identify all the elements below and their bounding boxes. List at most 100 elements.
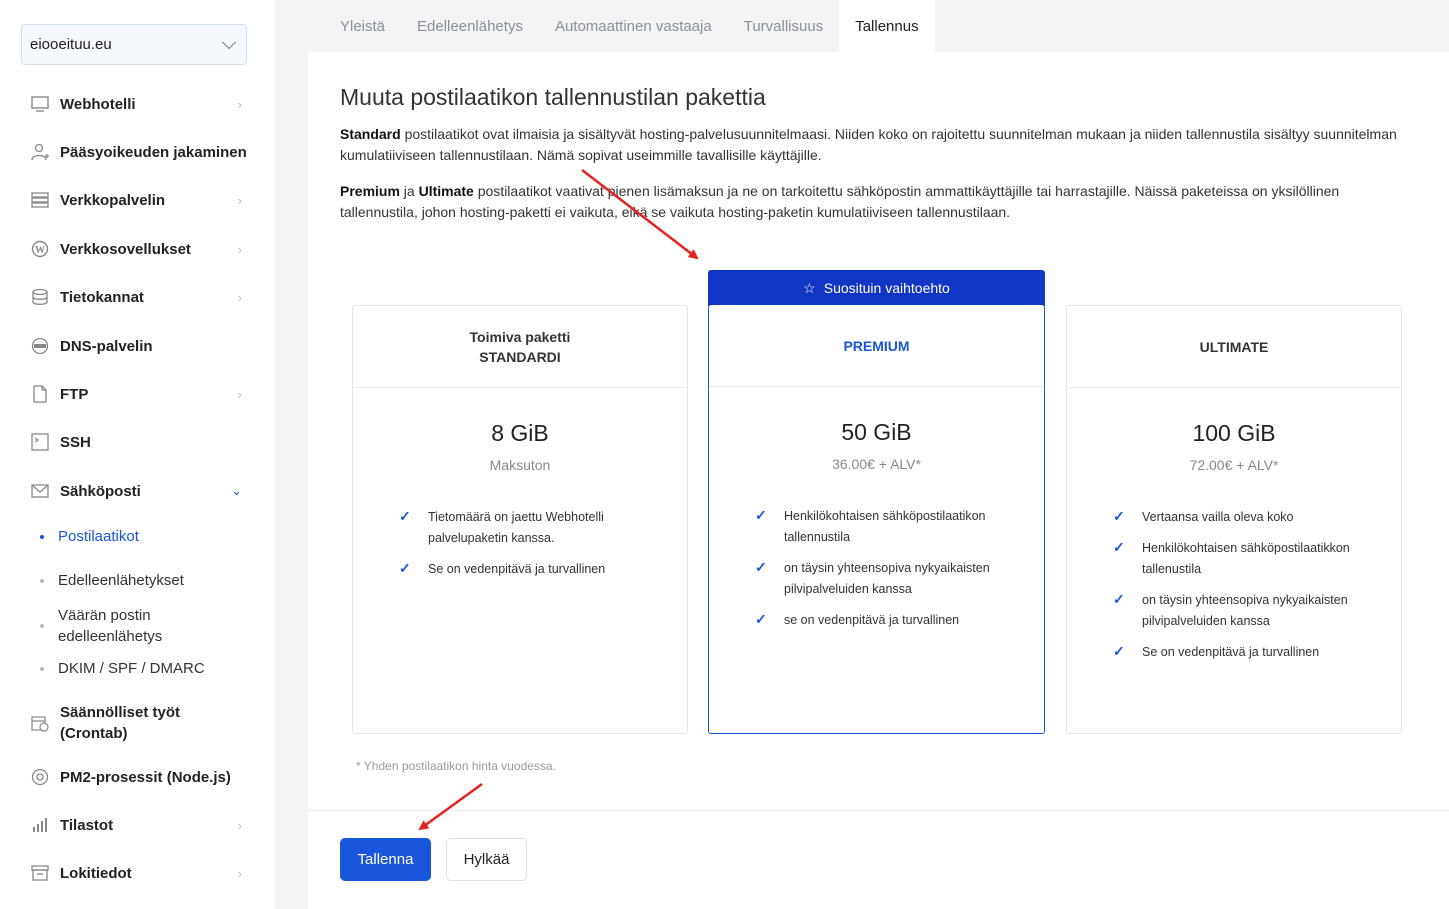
sidebar-item-label: Säännölliset työt (Crontab): [60, 704, 181, 742]
description-standard: Standard postilaatikot ovat ilmaisia ja …: [340, 124, 1420, 166]
description-premium: Premium ja Ultimate postilaatikot vaativ…: [340, 181, 1420, 223]
tab-turvallisuus[interactable]: Turvallisuus: [728, 0, 839, 52]
chevron-right-icon: ›: [237, 386, 242, 402]
sidebar-item-dns[interactable]: DNS-palvelin: [30, 337, 250, 355]
bold-standard: Standard: [340, 126, 401, 142]
plan-name-line1: Toimiva paketti: [469, 328, 571, 345]
sidebar-item-label: DNS-palvelin: [60, 337, 153, 355]
mail-icon: [30, 482, 50, 500]
sidebar-item-tilastot[interactable]: Tilastot ›: [30, 816, 250, 834]
list-item: ✓ Se on vedenpitävä ja turvallinen: [399, 559, 647, 580]
node-icon: [30, 768, 50, 786]
feature-text: se on vedenpitävä ja turvallinen: [784, 613, 960, 627]
plan-card-ultimate[interactable]: ULTIMATE 100 GiB 72.00€ + ALV* ✓ Vertaans…: [1066, 305, 1402, 734]
sidebar-item-sahkoposti[interactable]: Sähköposti ⌄: [30, 482, 250, 500]
check-icon: ✓: [1113, 643, 1125, 659]
terminal-icon: [30, 433, 50, 451]
sidebar-item-label: Pääsyoikeuden jakaminen: [60, 143, 247, 161]
sidebar-item-verkkopalvelin[interactable]: Verkkopalvelin ›: [30, 191, 250, 209]
chevron-right-icon: ›: [237, 241, 242, 257]
sidebar-item-lokitiedot[interactable]: Lokitiedot ›: [30, 864, 250, 882]
sidebar-item-label: PM2-prosessit (Node.js): [60, 768, 231, 786]
plan-card-standard[interactable]: Toimiva paketti STANDARDI 8 GiB Maksuton …: [352, 305, 688, 734]
plan-name-line2: STANDARDI: [479, 348, 561, 365]
list-item: ✓ Henkilökohtaisen sähköpostilaatikkon ta…: [1113, 538, 1361, 580]
check-icon: ✓: [1113, 508, 1125, 524]
list-item: ✓ se on vedenpitävä ja turvallinen: [755, 610, 1004, 631]
chevron-down-icon: ⌄: [231, 483, 242, 498]
domain-select[interactable]: eiooeituu.eu: [21, 24, 247, 65]
feature-text: on täysin yhteensopiva nykyaikaisten pil…: [784, 561, 990, 596]
sidebar-item-label: Tietokannat: [60, 288, 144, 306]
plan-header: ULTIMATE: [1067, 306, 1401, 388]
sidebar-sub-dkim[interactable]: DKIM / SPF / DMARC: [40, 660, 250, 677]
save-button[interactable]: Tallenna: [340, 838, 431, 881]
sidebar-item-label: FTP: [60, 385, 89, 403]
sidebar-sub-label: Postilaatikot: [58, 528, 139, 545]
check-icon: ✓: [1113, 591, 1125, 607]
chevron-down-icon: [221, 34, 237, 49]
sidebar-item-verkkosovellukset[interactable]: W Verkkosovellukset ›: [30, 240, 250, 258]
feature-text: on täysin yhteensopiva nykyaikaisten pil…: [1142, 593, 1348, 628]
sidebar-item-label: SSH: [60, 433, 91, 451]
sidebar-item-label: Tilastot: [60, 816, 114, 834]
calendar-clock-icon: [30, 714, 50, 732]
sidebar-item-ftp[interactable]: FTP ›: [30, 385, 250, 403]
price-footnote: * Yhden postilaatikon hinta vuodessa.: [356, 759, 556, 773]
tab-automaattinen-vastaaja[interactable]: Automaattinen vastaaja: [539, 0, 728, 52]
plan-features: ✓ Vertaansa vailla oleva koko ✓ Henkilökoh…: [1067, 507, 1401, 663]
sidebar-item-pm2[interactable]: PM2-prosessit (Node.js): [30, 768, 250, 786]
list-item: ✓ on täysin yhteensopiva nykyaikaisten pi…: [1113, 590, 1361, 632]
feature-text: Henkilökohtaisen sähköpostilaatikkon tal…: [1142, 541, 1350, 576]
bold-premium: Premium: [340, 183, 400, 199]
tab-edelleenlahetys[interactable]: Edelleenlähetys: [401, 0, 539, 52]
sidebar-item-label: Webhotelli: [60, 95, 136, 113]
monitor-icon: [30, 95, 50, 113]
sidebar-sub-postilaatikot[interactable]: Postilaatikot: [40, 528, 250, 545]
sidebar-item-crontab[interactable]: Säännölliset työt (Crontab): [30, 702, 250, 744]
sidebar-item-tietokannat[interactable]: Tietokannat ›: [30, 288, 250, 306]
check-icon: ✓: [1113, 539, 1125, 555]
list-item: ✓ on täysin yhteensopiva nykyaikaisten pi…: [755, 558, 1004, 600]
check-icon: ✓: [755, 559, 767, 575]
feature-text: Se on vedenpitävä ja turvallinen: [1142, 645, 1320, 659]
sidebar-item-webhotelli[interactable]: Webhotelli ›: [30, 95, 250, 113]
description-standard-text: postilaatikot ovat ilmaisia ja sisältyvä…: [340, 126, 1397, 163]
feature-text: Vertaansa vailla oleva koko: [1142, 510, 1294, 524]
page-title: Muuta postilaatikon tallennustilan paket…: [340, 84, 766, 110]
plan-size: 50 GiB: [841, 419, 912, 445]
popular-banner: ☆ Suosituin vaihtoehto: [708, 270, 1045, 306]
list-item: ✓ Vertaansa vailla oleva koko: [1113, 507, 1361, 528]
sidebar-item-label: Lokitiedot: [60, 864, 132, 882]
plan-price: 36.00€ + ALV*: [832, 456, 921, 472]
tab-tallennus[interactable]: Tallennus: [839, 0, 935, 52]
bullet-icon: [40, 578, 44, 583]
feature-text: Tietomäärä on jaettu Webhotelli palvelup…: [428, 510, 604, 545]
sidebar-sub-spam-forward[interactable]: Väärän postin edelleenlähetys: [40, 605, 250, 647]
plan-size: 8 GiB: [491, 420, 549, 446]
plan-features: ✓ Tietomäärä on jaettu Webhotelli palvelu…: [353, 507, 687, 580]
svg-text:W: W: [35, 245, 45, 256]
sidebar-sub-edelleenlahetykset[interactable]: Edelleenlähetykset: [40, 572, 250, 589]
archive-icon: [30, 864, 50, 882]
database-icon: [30, 288, 50, 306]
description-premium-text: postilaatikot vaativat pienen lisämaksun…: [340, 183, 1340, 220]
chevron-right-icon: ›: [237, 817, 242, 833]
sidebar-sub-label: DKIM / SPF / DMARC: [58, 660, 205, 677]
domain-select-value: eiooeituu.eu: [30, 36, 112, 53]
tab-yleista[interactable]: Yleistä: [308, 0, 401, 52]
plan-header: Toimiva paketti STANDARDI: [353, 306, 687, 388]
popular-banner-label: Suosituin vaihtoehto: [823, 280, 950, 296]
bold-ultimate: Ultimate: [418, 183, 474, 199]
sidebar-item-ssh[interactable]: SSH: [30, 433, 250, 451]
chevron-right-icon: ›: [237, 289, 242, 305]
sidebar-item-access-sharing[interactable]: Pääsyoikeuden jakaminen: [30, 143, 250, 161]
plan-header: PREMIUM: [709, 305, 1044, 387]
sidebar-sub-label: Väärän postin edelleenlähetys: [58, 607, 163, 645]
plan-card-premium[interactable]: PREMIUM 50 GiB 36.00€ + ALV* ✓ Henkilökoh…: [708, 305, 1045, 734]
sidebar-item-label: Verkkopalvelin: [60, 191, 166, 209]
file-icon: [30, 385, 50, 403]
sidebar-sub-label: Edelleenlähetykset: [58, 572, 184, 589]
check-icon: ✓: [399, 508, 411, 524]
cancel-button[interactable]: Hylkää: [446, 838, 527, 881]
